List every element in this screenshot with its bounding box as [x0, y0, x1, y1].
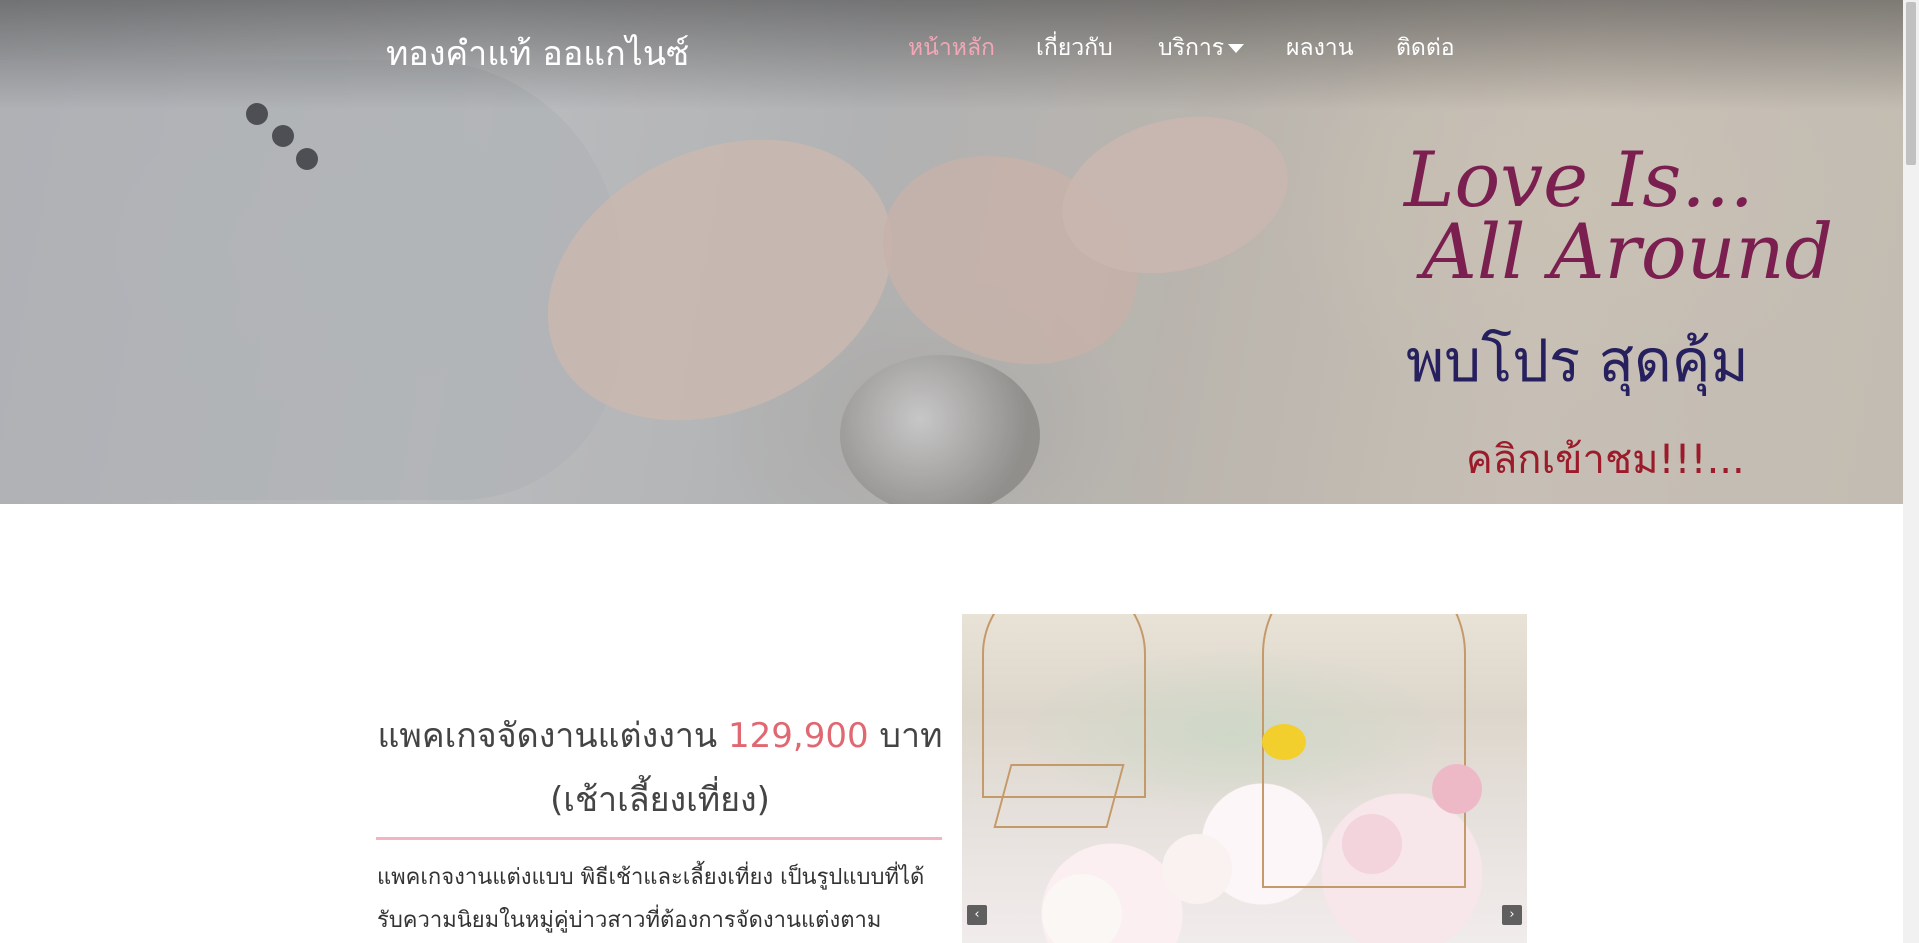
nav-item-about[interactable]: เกี่ยวกับ [1036, 30, 1113, 66]
nav-item-contact[interactable]: ติดต่อ [1396, 30, 1455, 66]
carousel-photo-flower [1432, 764, 1482, 814]
promo-line-4[interactable]: คลิกเข้าชม!!!... [1466, 427, 1745, 491]
promo-line-2: All Around [1422, 207, 1834, 296]
carousel-next-button[interactable]: › [1502, 905, 1522, 925]
nav-item-services-label: บริการ [1158, 35, 1225, 61]
page-scrollbar[interactable] [1903, 0, 1919, 943]
carousel-photo-flower [1042, 874, 1122, 943]
package-title-prefix: แพคเกจจัดงานแต่งงาน [377, 716, 718, 756]
nav-item-services[interactable]: บริการ [1158, 30, 1245, 66]
package-currency: บาท [879, 716, 943, 756]
nav-item-home[interactable]: หน้าหลัก [908, 30, 995, 66]
carousel-photo-flower [1162, 834, 1232, 904]
hero-banner[interactable]: Love Is... All Around พบโปร สุดคุ้ม คลิก… [0, 0, 1903, 504]
package-description: แพคเกจงานแต่งแบบ พิธีเช้าและเลี้ยงเที่ยง… [377, 865, 925, 933]
carousel-photo-cage [993, 764, 1125, 828]
brand-logo[interactable]: ทองคำแท้ ออแกไนซ์ [386, 26, 689, 80]
nav-item-portfolio[interactable]: ผลงาน [1286, 30, 1353, 66]
package-title-suffix: (เช้าเลี้ยงเที่ยง) [550, 780, 770, 820]
package-price: 129,900 [727, 716, 869, 756]
image-carousel[interactable]: ‹ › [962, 614, 1527, 943]
title-divider [376, 837, 942, 840]
scrollbar-thumb[interactable] [1906, 2, 1916, 165]
carousel-photo-flower [1342, 814, 1402, 874]
carousel-prev-button[interactable]: ‹ [967, 905, 987, 925]
promo-line-3: พบโปร สุดคุ้ม [1406, 327, 1749, 395]
package-title: แพคเกจจัดงานแต่งงาน 129,900 บาท (เช้าเลี… [372, 704, 948, 832]
caret-down-icon [1228, 44, 1245, 53]
carousel-photo-flower [1262, 724, 1306, 760]
